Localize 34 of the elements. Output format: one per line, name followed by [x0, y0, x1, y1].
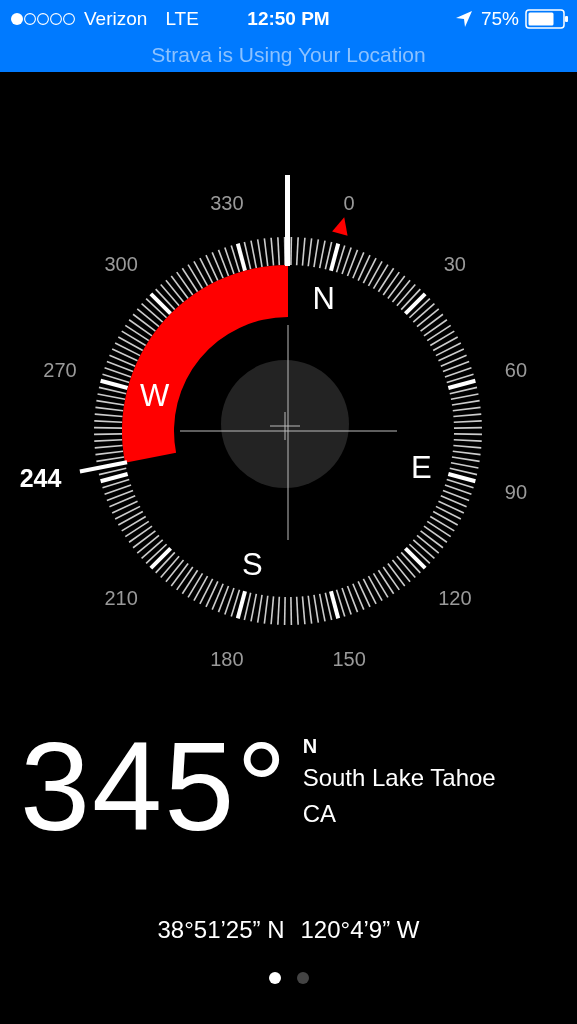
bearing-reading: 244	[19, 464, 62, 493]
dial-label: 330	[210, 192, 244, 215]
page-dot[interactable]	[268, 972, 281, 984]
city-name: South Lake Tahoe	[302, 763, 496, 793]
dial-label: 0	[343, 192, 355, 215]
dial-label: 210	[104, 586, 138, 609]
bearing-line	[79, 460, 128, 474]
heading-direction: N	[302, 734, 319, 759]
north-marker-icon	[332, 217, 348, 236]
battery-icon	[525, 9, 569, 29]
dial-label: 30	[443, 253, 466, 276]
coordinate: 38°51’25” N	[157, 916, 285, 944]
cardinal-letter: W	[140, 378, 170, 414]
dial-label: 150	[332, 647, 366, 670]
location-arrow-icon	[454, 10, 473, 28]
cardinal-letter: E	[410, 449, 432, 485]
dial-label: 90	[504, 481, 528, 504]
cardinal-letter: N	[312, 280, 335, 316]
signal-icon	[10, 12, 76, 26]
status-time: 12:50 PM	[247, 8, 330, 30]
dial-label: 300	[104, 253, 138, 276]
dial-label: 180	[210, 647, 244, 670]
carrier-name: Verizon	[84, 8, 148, 30]
heading-degrees: 345°	[20, 724, 289, 850]
dial-label: 270	[43, 358, 77, 381]
cardinal-letter: S	[241, 547, 263, 583]
battery-percent: 75%	[480, 8, 519, 30]
coordinate: 120°4’9” W	[300, 916, 420, 944]
location-banner[interactable]: Strava is Using Your Location	[151, 43, 426, 67]
network-type: LTE	[165, 8, 199, 30]
region-name: CA	[302, 799, 337, 829]
page-dot[interactable]	[296, 972, 309, 984]
dial-label: 60	[504, 358, 528, 381]
dial-label: 120	[438, 586, 472, 609]
